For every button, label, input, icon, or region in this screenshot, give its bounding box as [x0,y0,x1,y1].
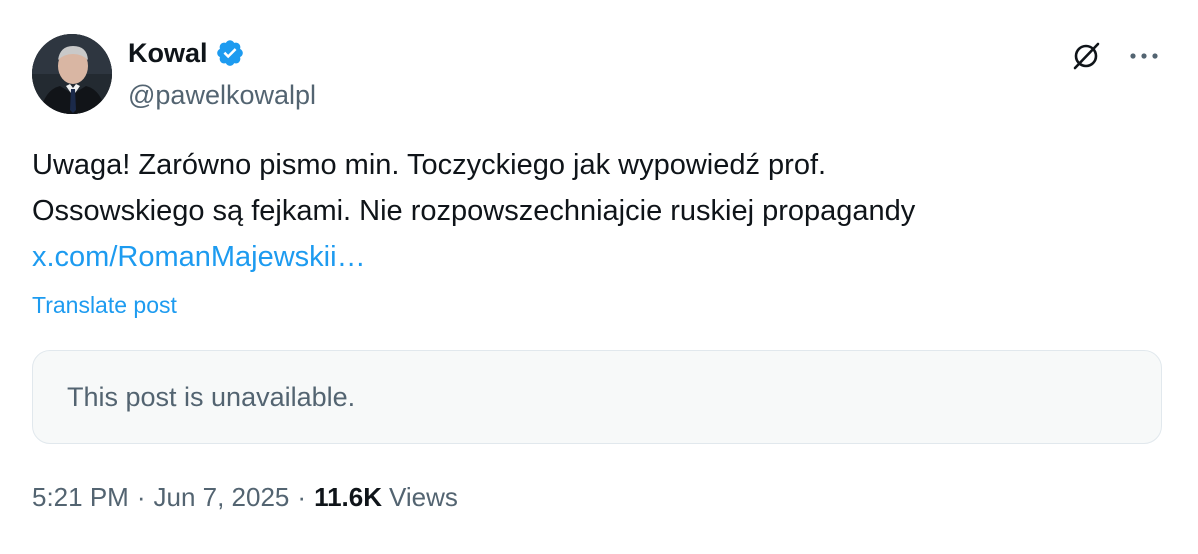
translate-post-link[interactable]: Translate post [32,292,177,319]
post: Kowal @pawelkowalpl Uwaga! Zarówno pismo… [0,0,1198,554]
meta-separator: · [136,482,146,512]
more-icon[interactable] [1126,38,1162,74]
author-info: Kowal @pawelkowalpl [128,34,316,114]
post-text: Uwaga! Zarówno pismo min. Toczyckiego ja… [32,142,1152,280]
post-time[interactable]: 5:21 PM [32,482,129,513]
post-link[interactable]: x.com/RomanMajewskii… [32,241,366,273]
verified-badge-icon[interactable] [215,38,245,68]
avatar[interactable] [32,34,112,114]
views-count[interactable]: 11.6K [314,482,382,513]
user-handle[interactable]: @pawelkowalpl [128,76,316,114]
meta-separator: · [297,482,307,512]
post-meta: 5:21 PM · Jun 7, 2025 · 11.6K Views [32,482,458,513]
avatar-image [32,34,112,114]
top-actions [1068,38,1162,74]
quoted-post-unavailable: This post is unavailable. [32,350,1162,444]
display-name[interactable]: Kowal [128,34,208,72]
grok-icon[interactable] [1068,38,1104,74]
post-date[interactable]: Jun 7, 2025 [154,482,290,513]
views-label[interactable]: Views [389,482,458,513]
post-text-line-1: Uwaga! Zarówno pismo min. Toczyckiego ja… [32,149,827,181]
name-row: Kowal [128,34,316,72]
post-text-line-2: Ossowskiego są fejkami. Nie rozpowszechn… [32,195,916,227]
unavailable-message: This post is unavailable. [67,381,356,412]
